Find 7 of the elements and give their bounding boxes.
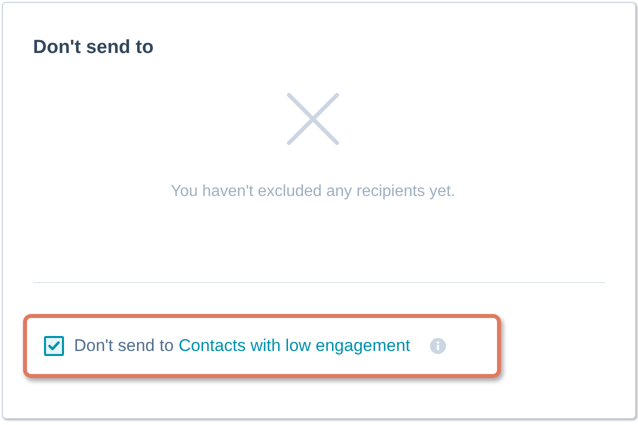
check-icon: [48, 341, 60, 351]
card-title: Don't send to: [33, 36, 155, 60]
checkbox[interactable]: [44, 336, 64, 356]
close-icon: [285, 91, 341, 147]
contacts-link[interactable]: Contacts with low engagement: [178, 333, 410, 359]
option-label: Don't send to: [74, 335, 174, 358]
empty-message: You haven't excluded any recipients yet.: [170, 182, 456, 202]
